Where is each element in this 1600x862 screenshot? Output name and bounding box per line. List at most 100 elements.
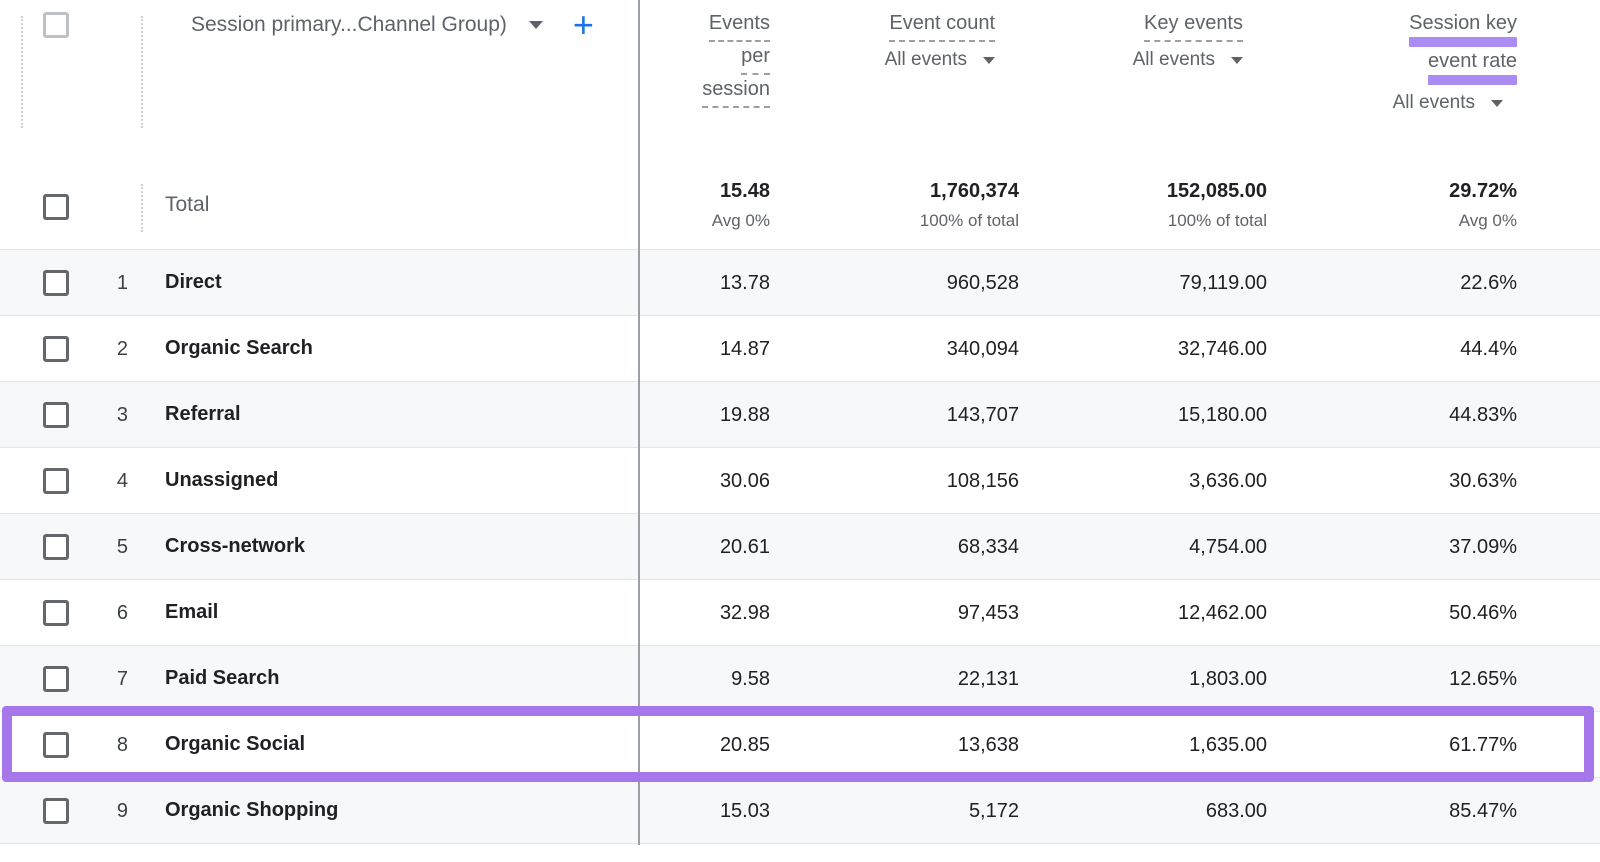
cell-key-events: 79,119.00 (1180, 272, 1268, 295)
row-label: Organic Shopping (165, 799, 338, 822)
total-session-key-event-rate: 29.72% Avg 0% (1449, 180, 1517, 231)
column-header-session-key-event-rate[interactable]: Session key event rate All events (1393, 12, 1517, 114)
row-label: Organic Search (165, 337, 313, 360)
row-label: Email (165, 601, 218, 624)
column-guide-dotted (21, 16, 23, 128)
column-guide-dotted (141, 184, 143, 232)
total-label: Total (165, 193, 209, 217)
total-key-events: 152,085.00 100% of total (1167, 180, 1267, 231)
cell-event-count: 22,131 (958, 668, 1019, 691)
column-header-event-count[interactable]: Event count All events (885, 12, 995, 71)
total-value: 29.72% (1449, 180, 1517, 203)
total-value: 1,760,374 (920, 180, 1019, 203)
select-all-checkbox[interactable] (43, 12, 69, 38)
total-row: Total 15.48 Avg 0% 1,760,374 100% of tot… (0, 165, 1600, 249)
header-line: Events (709, 12, 770, 42)
dimension-header-dropdown[interactable]: Session primary...Channel Group) (191, 13, 543, 37)
filter-label: All events (885, 49, 967, 71)
row-index: 2 (70, 338, 128, 361)
table-row-email: 6 Email 32.98 97,453 12,462.00 50.46% (0, 580, 1600, 646)
row-checkbox[interactable] (43, 798, 69, 824)
header-line: session (702, 78, 770, 108)
filter-label: All events (1393, 92, 1475, 114)
row-checkbox[interactable] (43, 600, 69, 626)
cell-session-key-event-rate: 30.63% (1449, 470, 1517, 493)
purple-highlight-underline (1409, 37, 1517, 47)
row-checkbox[interactable] (43, 402, 69, 428)
cell-session-key-event-rate: 37.09% (1449, 536, 1517, 559)
event-count-all-events-filter[interactable]: All events (885, 49, 995, 71)
table-row-unassigned: 4 Unassigned 30.06 108,156 3,636.00 30.6… (0, 448, 1600, 514)
cell-key-events: 15,180.00 (1178, 404, 1267, 427)
table-row-paid-search: 7 Paid Search 9.58 22,131 1,803.00 12.65… (0, 646, 1600, 712)
cell-session-key-event-rate: 85.47% (1449, 800, 1517, 823)
filter-label: All events (1133, 49, 1215, 71)
column-header-events-per-session[interactable]: Events per session (702, 12, 770, 111)
header-line: Session key (1409, 12, 1517, 34)
column-resize-divider[interactable] (638, 0, 640, 845)
row-index: 8 (70, 734, 128, 757)
row-label: Direct (165, 271, 222, 294)
total-events-per-session: 15.48 Avg 0% (712, 180, 770, 231)
cell-session-key-event-rate: 44.4% (1460, 338, 1517, 361)
row-checkbox[interactable] (43, 270, 69, 296)
row-index: 6 (70, 602, 128, 625)
add-dimension-button[interactable]: + (573, 12, 594, 38)
cell-events-per-session: 20.61 (720, 536, 770, 559)
row-index: 5 (70, 536, 128, 559)
header-line: Key events (1144, 12, 1243, 42)
row-checkbox[interactable] (43, 666, 69, 692)
cell-event-count: 13,638 (958, 734, 1019, 757)
purple-highlight-underline (1428, 75, 1517, 85)
chevron-down-icon (1491, 100, 1503, 107)
session-rate-all-events-filter[interactable]: All events (1393, 92, 1503, 114)
table-row-organic-shopping: 9 Organic Shopping 15.03 5,172 683.00 85… (0, 778, 1600, 844)
cell-event-count: 960,528 (947, 272, 1019, 295)
chevron-down-icon (1231, 57, 1243, 64)
row-checkbox[interactable] (43, 534, 69, 560)
cell-key-events: 32,746.00 (1178, 338, 1267, 361)
cell-events-per-session: 32.98 (720, 602, 770, 625)
cell-events-per-session: 15.03 (720, 800, 770, 823)
row-index: 9 (70, 800, 128, 823)
cell-key-events: 4,754.00 (1189, 536, 1267, 559)
cell-events-per-session: 14.87 (720, 338, 770, 361)
column-guide-dotted (141, 16, 143, 128)
key-events-all-events-filter[interactable]: All events (1133, 49, 1243, 71)
cell-events-per-session: 20.85 (720, 734, 770, 757)
row-checkbox[interactable] (43, 468, 69, 494)
total-row-checkbox[interactable] (43, 194, 69, 220)
row-index: 7 (70, 668, 128, 691)
analytics-report-table: Session primary...Channel Group) + Event… (0, 0, 1600, 862)
table-row-direct: 1 Direct 13.78 960,528 79,119.00 22.6% (0, 250, 1600, 316)
cell-key-events: 12,462.00 (1178, 602, 1267, 625)
chevron-down-icon (983, 57, 995, 64)
total-subvalue: Avg 0% (712, 211, 770, 231)
total-event-count: 1,760,374 100% of total (920, 180, 1019, 231)
chevron-down-icon (529, 21, 543, 29)
total-subvalue: 100% of total (920, 211, 1019, 231)
table-row-organic-social: 8 Organic Social 20.85 13,638 1,635.00 6… (0, 712, 1600, 778)
row-label: Paid Search (165, 667, 280, 690)
row-checkbox[interactable] (43, 732, 69, 758)
cell-event-count: 97,453 (958, 602, 1019, 625)
row-index: 1 (70, 272, 128, 295)
cell-event-count: 340,094 (947, 338, 1019, 361)
row-label: Referral (165, 403, 241, 426)
table-row-referral: 3 Referral 19.88 143,707 15,180.00 44.83… (0, 382, 1600, 448)
row-checkbox[interactable] (43, 336, 69, 362)
cell-key-events: 1,803.00 (1189, 668, 1267, 691)
cell-event-count: 143,707 (947, 404, 1019, 427)
cell-session-key-event-rate: 44.83% (1449, 404, 1517, 427)
column-header-key-events[interactable]: Key events All events (1133, 12, 1243, 71)
cell-events-per-session: 13.78 (720, 272, 770, 295)
cell-key-events: 683.00 (1206, 800, 1267, 823)
cell-key-events: 3,636.00 (1189, 470, 1267, 493)
row-label: Cross-network (165, 535, 305, 558)
row-label: Organic Social (165, 733, 305, 756)
table-header: Session primary...Channel Group) + Event… (0, 0, 1600, 165)
cell-session-key-event-rate: 22.6% (1460, 272, 1517, 295)
cell-session-key-event-rate: 61.77% (1449, 734, 1517, 757)
header-line: Event count (889, 12, 995, 42)
row-index: 3 (70, 404, 128, 427)
